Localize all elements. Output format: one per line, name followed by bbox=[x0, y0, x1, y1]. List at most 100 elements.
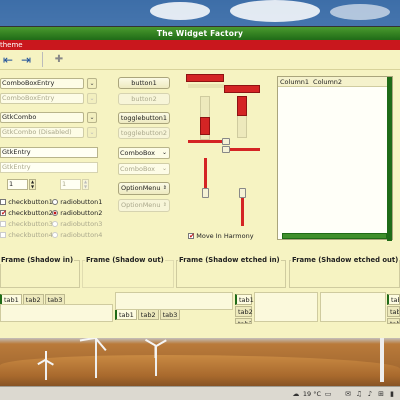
treeview-vscrollbar[interactable] bbox=[387, 77, 392, 241]
comboboxentry[interactable]: ComboBoxEntry bbox=[0, 78, 84, 89]
display-icon[interactable]: ▭ bbox=[324, 390, 332, 398]
notebook-bottom-page bbox=[115, 292, 233, 310]
hscrollbar-thumb-2[interactable] bbox=[224, 85, 260, 93]
spin-arrows[interactable]: ▲ ▼ bbox=[29, 179, 36, 190]
combobox-disabled-value: ComboBox bbox=[120, 165, 156, 173]
checkbutton1-label: checkbutton1 bbox=[8, 198, 53, 206]
button1[interactable]: button1 bbox=[118, 77, 170, 89]
radiobutton1-label: radiobutton1 bbox=[60, 198, 103, 206]
togglebutton2: togglebutton2 bbox=[118, 127, 170, 139]
cloud bbox=[330, 4, 390, 20]
cloud-weather-icon[interactable]: ☁ bbox=[292, 390, 300, 398]
tab-left-2[interactable]: tab2 bbox=[235, 306, 253, 317]
gtkentry[interactable]: GtkEntry bbox=[0, 147, 98, 158]
combobox-disabled: ComboBox ⌄ bbox=[118, 163, 170, 175]
hscale-slider-2[interactable] bbox=[222, 146, 230, 153]
optionmenu-disabled: OptionMenu ⇕ bbox=[118, 199, 170, 212]
checkbutton2[interactable]: ✔ checkbutton2 bbox=[0, 209, 53, 217]
radiobutton3: radiobutton3 bbox=[52, 220, 102, 228]
optionmenu[interactable]: OptionMenu ⇕ bbox=[118, 182, 170, 195]
checkbutton2-label: checkbutton2 bbox=[8, 209, 53, 217]
radiobutton2[interactable]: radiobutton2 bbox=[52, 209, 102, 217]
add-icon[interactable]: ✚ bbox=[51, 52, 67, 68]
tab-right-3[interactable]: tab3 bbox=[387, 318, 400, 324]
hscrollbar-thumb[interactable] bbox=[186, 74, 224, 82]
tab-top-3[interactable]: tab3 bbox=[44, 294, 66, 304]
network-icon[interactable]: ⊞ bbox=[377, 390, 385, 398]
frame-shadow-etched-in bbox=[176, 260, 286, 288]
weather-temperature[interactable]: 19 °C bbox=[303, 390, 321, 398]
optionmenu-disabled-value: OptionMenu bbox=[121, 201, 161, 209]
checkbox-checked[interactable]: ✔ bbox=[188, 233, 195, 240]
gtkcombo[interactable]: GtkCombo bbox=[0, 112, 84, 123]
move-in-harmony-checkbutton[interactable]: ✔ Move In Harmony bbox=[188, 232, 254, 240]
vscale-fill-2 bbox=[241, 198, 244, 226]
music-icon[interactable]: ♫ bbox=[355, 390, 363, 398]
checkbox-disabled bbox=[0, 221, 6, 227]
notebook-left-tabs: tab1 tab2 tab3 bbox=[235, 294, 254, 325]
spin-arrows-disabled: ▲ ▼ bbox=[82, 179, 89, 190]
go-back-icon[interactable]: ⇤ bbox=[0, 52, 16, 68]
go-forward-icon[interactable]: ⇥ bbox=[18, 52, 34, 68]
tab-top-1[interactable]: tab1 bbox=[0, 294, 22, 304]
window-title[interactable]: The Widget Factory bbox=[0, 27, 400, 40]
checkbox-disabled bbox=[0, 232, 6, 238]
radio-disabled bbox=[52, 221, 58, 227]
hscale-slider[interactable] bbox=[222, 138, 230, 145]
menu-item-theme[interactable]: theme bbox=[0, 41, 23, 49]
radiobutton2-label: radiobutton2 bbox=[60, 209, 103, 217]
tab-bottom-2[interactable]: tab2 bbox=[137, 310, 159, 320]
vscale-slider[interactable] bbox=[202, 188, 209, 198]
togglebutton1[interactable]: togglebutton1 bbox=[118, 112, 170, 124]
checkbox[interactable] bbox=[0, 199, 6, 205]
chevron-down-icon: ⌄ bbox=[161, 165, 167, 172]
frame-shadow-in bbox=[0, 260, 80, 288]
spin-button[interactable]: 1 bbox=[7, 179, 28, 190]
checkbutton1[interactable]: checkbutton1 bbox=[0, 198, 53, 206]
column-header-1[interactable]: Column1 bbox=[280, 77, 309, 86]
battery-icon[interactable]: ▮ bbox=[388, 390, 396, 398]
tab-bottom-3[interactable]: tab3 bbox=[159, 310, 181, 320]
notebook-right-page bbox=[320, 292, 386, 322]
radio-disabled bbox=[52, 232, 58, 238]
tab-right-2[interactable]: tab2 bbox=[387, 306, 400, 317]
gtkcombo-disabled: GtkCombo (Disabled) bbox=[0, 127, 84, 138]
radio[interactable] bbox=[52, 199, 58, 205]
cloud bbox=[230, 0, 320, 22]
tab-bottom-1[interactable]: tab1 bbox=[115, 310, 137, 320]
vscale-slider-2[interactable] bbox=[239, 188, 246, 198]
column-header-2[interactable]: Column2 bbox=[313, 77, 342, 86]
desktop-hills bbox=[0, 355, 400, 390]
checkbutton3-label: checkbutton3 bbox=[8, 220, 53, 228]
treeview-header: Column1 Column2 bbox=[278, 77, 392, 87]
hscale-fill-2 bbox=[230, 148, 260, 151]
hscrollbar-trough[interactable] bbox=[188, 84, 224, 88]
tab-left-1[interactable]: tab1 bbox=[235, 294, 254, 305]
radio-selected[interactable] bbox=[52, 210, 58, 216]
treeview-hscrollbar[interactable] bbox=[282, 233, 387, 239]
tab-right-1[interactable]: tab1 bbox=[387, 294, 400, 305]
button2: button2 bbox=[118, 93, 170, 105]
menu-bar: theme bbox=[0, 40, 400, 50]
comboboxentry-dropdown-button[interactable]: ⌄ bbox=[87, 78, 97, 89]
vscrollbar-thumb[interactable] bbox=[200, 117, 210, 135]
combobox-value: ComboBox bbox=[120, 149, 156, 157]
combobox[interactable]: ComboBox ⌄ bbox=[118, 147, 170, 159]
gtkentry-disabled: GtkEntry bbox=[0, 162, 98, 173]
tab-top-2[interactable]: tab2 bbox=[22, 294, 44, 304]
tab-left-3[interactable]: tab3 bbox=[235, 318, 252, 324]
comboboxentry-disabled-dropdown-button: ⌄ bbox=[87, 93, 97, 104]
comboboxentry-disabled: ComboBoxEntry bbox=[0, 93, 84, 104]
updown-icon: ⇕ bbox=[162, 202, 167, 208]
radiobutton4: radiobutton4 bbox=[52, 231, 102, 239]
radiobutton1[interactable]: radiobutton1 bbox=[52, 198, 102, 206]
volume-icon[interactable]: ♪ bbox=[366, 390, 374, 398]
radiobutton3-label: radiobutton3 bbox=[60, 220, 103, 228]
treeview[interactable]: Column1 Column2 bbox=[277, 76, 393, 241]
vscrollbar-thumb-2[interactable] bbox=[237, 96, 247, 116]
frame-shadow-etched-out bbox=[289, 260, 400, 288]
checkbox-checked[interactable]: ✔ bbox=[0, 210, 7, 217]
mail-icon[interactable]: ✉ bbox=[344, 390, 352, 398]
gtkcombo-dropdown-button[interactable]: ⌄ bbox=[87, 112, 97, 123]
notebook-top-page bbox=[0, 304, 113, 322]
